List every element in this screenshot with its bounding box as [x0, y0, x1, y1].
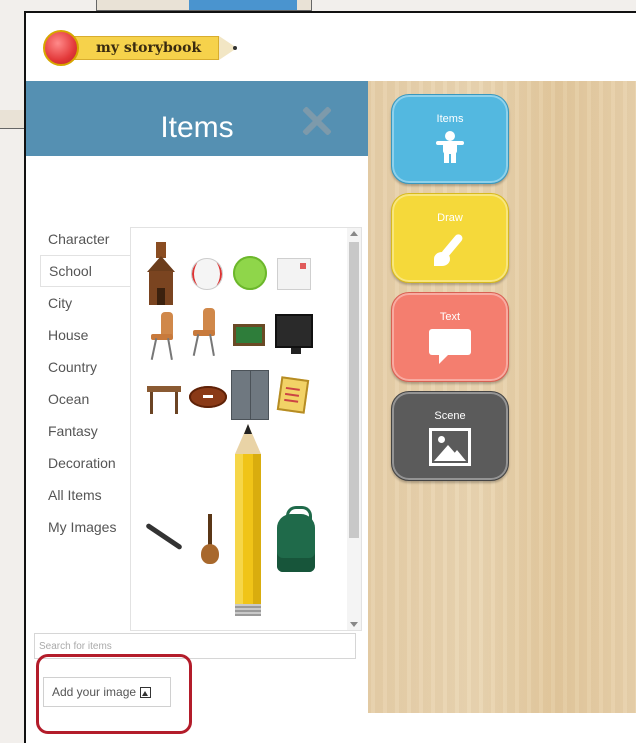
category-list: Character School City House Country Ocea…	[40, 223, 132, 543]
items-grid	[130, 227, 362, 631]
text-tool-button[interactable]: Text	[391, 292, 509, 382]
scroll-thumb[interactable]	[349, 242, 359, 538]
story-canvas[interactable]: Items Draw Text Scene	[368, 81, 636, 713]
scroll-up-icon[interactable]	[350, 231, 358, 236]
canvas-footer	[368, 713, 636, 743]
items-tool-label: Items	[436, 113, 464, 125]
category-item-decoration[interactable]: Decoration	[40, 447, 132, 479]
desk-item[interactable]	[147, 386, 181, 416]
chair-item[interactable]	[147, 312, 177, 362]
category-item-all-items[interactable]: All Items	[40, 479, 132, 511]
draw-tool-label: Draw	[437, 212, 463, 224]
scene-tool-label: Scene	[434, 410, 466, 422]
logo-text: my storybook	[96, 40, 202, 56]
app-window: my storybook Items Character School City…	[24, 11, 636, 743]
items-panel-header: Items	[26, 81, 368, 156]
add-image-button[interactable]: Add your image	[43, 677, 171, 707]
paintbrush-icon	[430, 230, 470, 270]
picture-icon	[429, 428, 471, 466]
schoolhouse-item[interactable]	[147, 242, 175, 306]
draw-tool-button[interactable]: Draw	[391, 193, 509, 283]
pen-item[interactable]	[145, 522, 183, 551]
baseball-item[interactable]	[191, 258, 223, 290]
pencil-item[interactable]	[235, 424, 261, 618]
category-item-my-images[interactable]: My Images	[40, 511, 132, 543]
eraser-icon	[43, 30, 79, 66]
top-bar: my storybook	[26, 13, 636, 82]
image-icon	[140, 686, 152, 698]
category-item-school[interactable]: School	[40, 255, 132, 287]
chair-item-2[interactable]	[189, 308, 219, 362]
category-item-character[interactable]: Character	[40, 223, 132, 255]
category-item-fantasy[interactable]: Fantasy	[40, 415, 132, 447]
chalkboard-item[interactable]	[233, 324, 265, 346]
my-storybook-logo[interactable]: my storybook	[43, 30, 243, 66]
scroll-down-icon[interactable]	[350, 622, 358, 627]
locker-item[interactable]	[231, 370, 269, 420]
category-item-house[interactable]: House	[40, 319, 132, 351]
panel-title: Items	[160, 111, 234, 144]
add-image-label: Add your image	[52, 685, 137, 699]
items-tool-button[interactable]: Items	[391, 94, 509, 184]
items-panel: Items Character School City House Countr…	[26, 81, 369, 743]
tennis-ball-item[interactable]	[233, 256, 267, 290]
close-icon[interactable]	[298, 103, 334, 139]
notebook-item[interactable]	[277, 258, 311, 290]
guitar-item[interactable]	[201, 514, 219, 564]
text-tool-label: Text	[439, 311, 461, 323]
speech-bubble-icon	[429, 329, 471, 365]
television-item[interactable]	[275, 314, 313, 354]
scene-tool-button[interactable]: Scene	[391, 391, 509, 481]
category-item-ocean[interactable]: Ocean	[40, 383, 132, 415]
category-item-country[interactable]: Country	[40, 351, 132, 383]
person-icon	[435, 131, 465, 163]
clipboard-item[interactable]	[276, 376, 310, 414]
background-window-fragment	[96, 0, 312, 11]
category-item-city[interactable]: City	[40, 287, 132, 319]
football-item[interactable]	[189, 386, 227, 408]
backpack-item[interactable]	[277, 506, 315, 572]
items-scrollbar[interactable]	[347, 228, 361, 630]
